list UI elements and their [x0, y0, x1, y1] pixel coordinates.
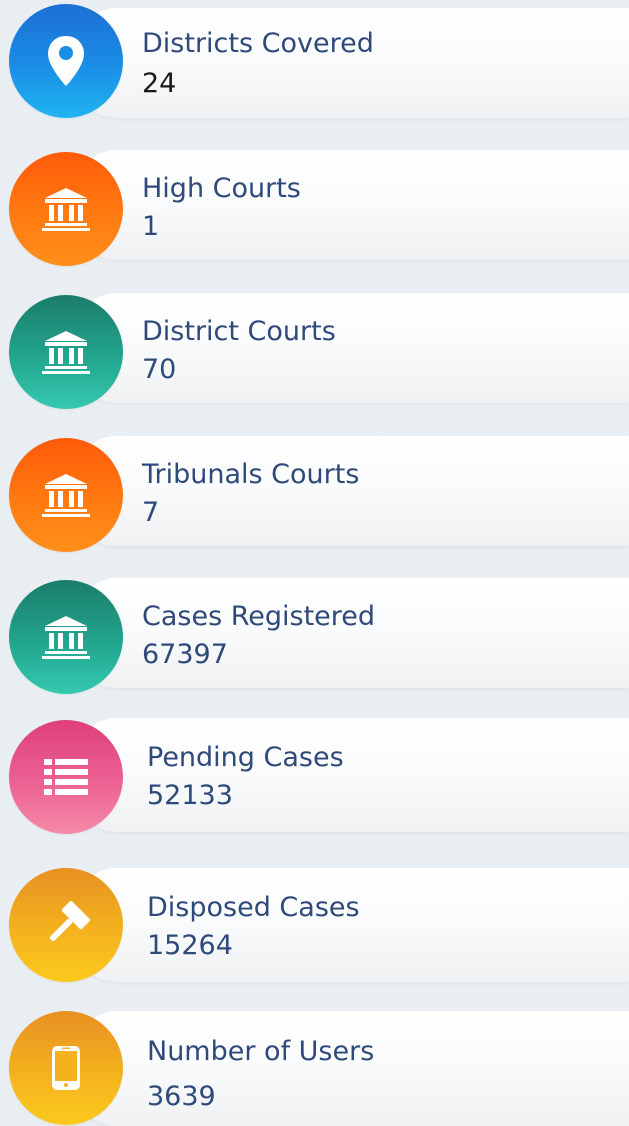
- stat-card: [78, 8, 629, 118]
- courthouse-icon: [41, 614, 91, 660]
- stat-card: [78, 868, 629, 982]
- stat-value: 3639: [147, 1081, 216, 1112]
- stat-card: [78, 578, 629, 688]
- stat-label: Tribunals Courts: [142, 459, 360, 490]
- stat-value: 70: [142, 354, 177, 385]
- stat-icon-badge: [9, 295, 123, 409]
- stat-label: Cases Registered: [142, 601, 376, 632]
- stat-label: High Courts: [142, 173, 301, 204]
- courthouse-icon: [41, 186, 91, 232]
- stat-icon-badge: [9, 4, 123, 118]
- stat-label: Number of Users: [147, 1036, 375, 1067]
- stat-label: District Courts: [142, 316, 336, 347]
- stat-label: Disposed Cases: [147, 892, 360, 923]
- stat-value: 24: [142, 68, 177, 99]
- courthouse-icon: [41, 329, 91, 375]
- stat-icon-badge: [9, 868, 123, 982]
- stat-icon-badge: [9, 152, 123, 266]
- stat-value: 67397: [142, 639, 228, 670]
- stat-card: [78, 150, 629, 260]
- stat-icon-badge: [9, 720, 123, 834]
- stat-value: 1: [142, 211, 160, 242]
- mobile-phone-icon: [51, 1045, 81, 1091]
- stat-icon-badge: [9, 580, 123, 694]
- gavel-icon: [39, 898, 93, 952]
- stat-card: [78, 436, 629, 546]
- stat-card: [78, 718, 629, 832]
- stat-value: 15264: [147, 930, 233, 961]
- stat-label: Pending Cases: [147, 742, 344, 773]
- stat-value: 52133: [147, 780, 233, 811]
- courthouse-icon: [41, 472, 91, 518]
- map-pin-icon: [46, 34, 86, 88]
- stat-icon-badge: [9, 1011, 123, 1125]
- list-icon: [44, 757, 88, 797]
- stat-icon-badge: [9, 438, 123, 552]
- stat-label: Districts Covered: [142, 28, 374, 59]
- stat-value: 7: [142, 497, 160, 528]
- stat-card: [78, 293, 629, 403]
